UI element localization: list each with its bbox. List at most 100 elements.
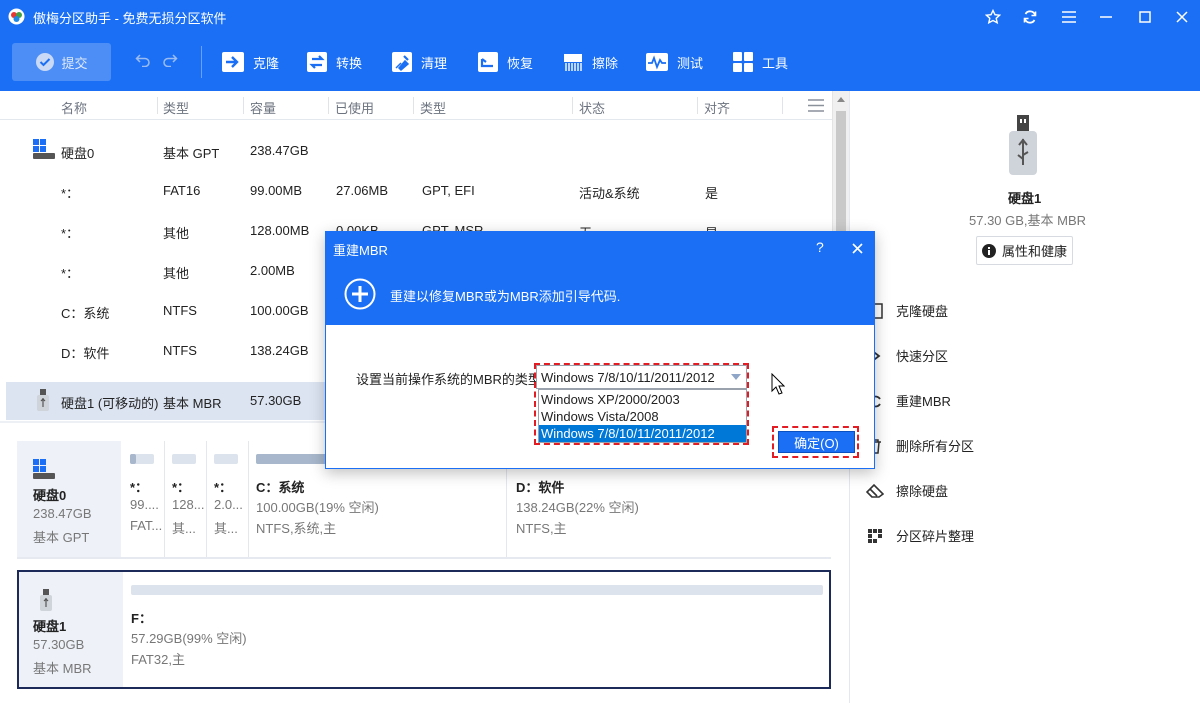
menu-icon[interactable] (1057, 5, 1081, 29)
row-used: 27.06MB (336, 183, 389, 198)
toolbar: 提交 克隆 转换 清理 恢复 擦除 测试 工具 (0, 33, 1200, 91)
row-fs: GPT, EFI (422, 183, 475, 198)
wipe-label: 擦除 (592, 55, 619, 71)
shredder-icon (564, 54, 582, 71)
dialog-banner: 重建以修复MBR或为MBR添加引导代码. (326, 264, 874, 325)
mouse-cursor-icon (771, 373, 785, 395)
row-capacity: 238.47GB (250, 143, 309, 158)
rebuild-mbr-dialog: 重建MBR ? 重建以修复MBR或为MBR添加引导代码. 设置当前操作系统的MB… (325, 231, 875, 469)
highlight-box-ok (772, 426, 859, 458)
disk0-name: 硬盘0 (33, 488, 67, 503)
wipe-button[interactable]: 擦除 (562, 43, 618, 81)
cleanup-button[interactable]: 清理 (391, 43, 447, 81)
row-name: *： (61, 186, 80, 201)
partition-block[interactable]: *： 99.... FAT... (121, 441, 165, 557)
disk0-size: 238.47GB (33, 506, 92, 521)
highlight-box-dropdown (534, 363, 749, 445)
row-capacity: 2.00MB (250, 263, 295, 278)
row-capacity: 128.00MB (250, 223, 310, 238)
table-header: 名称 类型 容量 已使用 类型 状态 对齐 (0, 91, 832, 120)
col-capacity[interactable]: 容量 (250, 98, 276, 117)
row-name: 硬盘1 (可移动的) (61, 396, 159, 411)
row-capacity: 100.00GB (250, 303, 309, 318)
disk1-kind: 基本 MBR (33, 661, 92, 676)
op-delete-all-partitions[interactable]: 删除所有分区 (866, 436, 974, 455)
row-capacity: 138.24GB (250, 343, 309, 358)
help-icon[interactable]: ? (816, 239, 824, 255)
test-button[interactable]: 测试 (645, 43, 703, 81)
recover-label: 恢复 (507, 55, 534, 71)
convert-button[interactable]: 转换 (306, 43, 362, 81)
row-type: FAT16 (163, 183, 201, 198)
row-name: 硬盘0 (61, 146, 95, 161)
row-name: D：软件 (61, 346, 110, 361)
columns-settings-icon[interactable] (808, 99, 824, 112)
maximize-icon[interactable] (1133, 5, 1157, 29)
disk-icon (33, 139, 55, 159)
pulse-icon (646, 53, 668, 71)
close-window-icon[interactable] (1170, 5, 1194, 29)
col-used[interactable]: 已使用 (335, 98, 374, 117)
side-disk-name: 硬盘1 (1008, 191, 1042, 206)
op-rebuild-mbr[interactable]: 重建MBR (866, 391, 951, 410)
row-type: NTFS (163, 303, 197, 318)
op-defrag[interactable]: 分区碎片整理 (866, 526, 974, 545)
col-name[interactable]: 名称 (61, 98, 87, 117)
favorite-star-icon[interactable] (981, 5, 1005, 29)
minimize-icon[interactable] (1094, 5, 1118, 29)
row-capacity: 57.30GB (250, 393, 302, 408)
col-status[interactable]: 状态 (579, 98, 605, 117)
app-title: 傲梅分区助手 - 免费无损分区软件 (33, 11, 227, 26)
disk-icon (33, 459, 55, 479)
op-wipe-disk[interactable]: 擦除硬盘 (866, 481, 948, 500)
clone-button[interactable]: 克隆 (221, 43, 279, 81)
disk1-map[interactable]: 硬盘1 57.30GB 基本 MBR F： 57.29GB(99% 空闲) FA… (17, 570, 831, 689)
row-align: 是 (705, 186, 719, 201)
table-row[interactable]: 硬盘0 基本 GPT 238.47GB (0, 131, 832, 171)
row-type: 基本 GPT (163, 146, 220, 161)
row-type: 其他 (163, 266, 190, 281)
toolbar-separator (201, 46, 202, 78)
defrag-icon (868, 528, 882, 543)
dialog-description: 重建以修复MBR或为MBR添加引导代码. (390, 289, 621, 304)
scroll-up-icon[interactable] (837, 96, 845, 102)
properties-health-button[interactable]: 属性和健康 (976, 236, 1073, 265)
dialog-titlebar: 重建MBR ? (326, 232, 874, 264)
row-name: C：系统 (61, 306, 110, 321)
tools-button[interactable]: 工具 (732, 43, 788, 81)
recover-button[interactable]: 恢复 (477, 43, 533, 81)
convert-icon (307, 52, 327, 72)
col-type[interactable]: 类型 (163, 98, 189, 117)
refresh-icon[interactable] (1018, 5, 1042, 29)
dialog-close-icon[interactable] (852, 243, 863, 254)
row-name: *： (61, 226, 80, 241)
partition-block[interactable]: *： 128... 其... (165, 441, 207, 557)
clone-icon (222, 52, 244, 72)
submit-label: 提交 (61, 55, 88, 71)
partition-block[interactable]: *： 2.0... 其... (207, 441, 249, 557)
row-status: 活动&系统 (579, 186, 640, 201)
info-icon (981, 243, 996, 258)
broom-icon (392, 52, 412, 72)
op-clone-disk[interactable]: 克隆硬盘 (866, 301, 948, 320)
redo-icon[interactable] (162, 53, 178, 67)
partition-block-f[interactable]: F： 57.29GB(99% 空闲) FAT32,主 (123, 572, 829, 687)
disk1-summary[interactable]: 硬盘1 57.30GB 基本 MBR (19, 572, 123, 687)
undo-icon[interactable] (135, 53, 151, 67)
table-row[interactable]: *： FAT16 99.00MB 27.06MB GPT, EFI 活动&系统 … (0, 171, 832, 211)
dialog-title: 重建MBR (333, 243, 388, 258)
usb-drive-large-icon (1009, 115, 1037, 175)
disk0-summary[interactable]: 硬盘0 238.47GB 基本 GPT (17, 441, 121, 557)
col-align[interactable]: 对齐 (704, 98, 730, 117)
clone-label: 克隆 (253, 55, 280, 71)
grid-tools-icon (733, 52, 753, 72)
col-fs[interactable]: 类型 (420, 98, 446, 117)
title-bar: 傲梅分区助手 - 免费无损分区软件 (0, 0, 1200, 33)
plus-circle-icon (344, 278, 376, 310)
submit-button[interactable]: 提交 (12, 43, 111, 81)
usb-drive-icon (37, 389, 49, 411)
disk1-size: 57.30GB (33, 637, 85, 652)
mbr-type-label: 设置当前操作系统的MBR的类型: (356, 372, 545, 387)
recover-icon (478, 52, 498, 72)
op-quick-partition[interactable]: 快速分区 (866, 346, 948, 365)
